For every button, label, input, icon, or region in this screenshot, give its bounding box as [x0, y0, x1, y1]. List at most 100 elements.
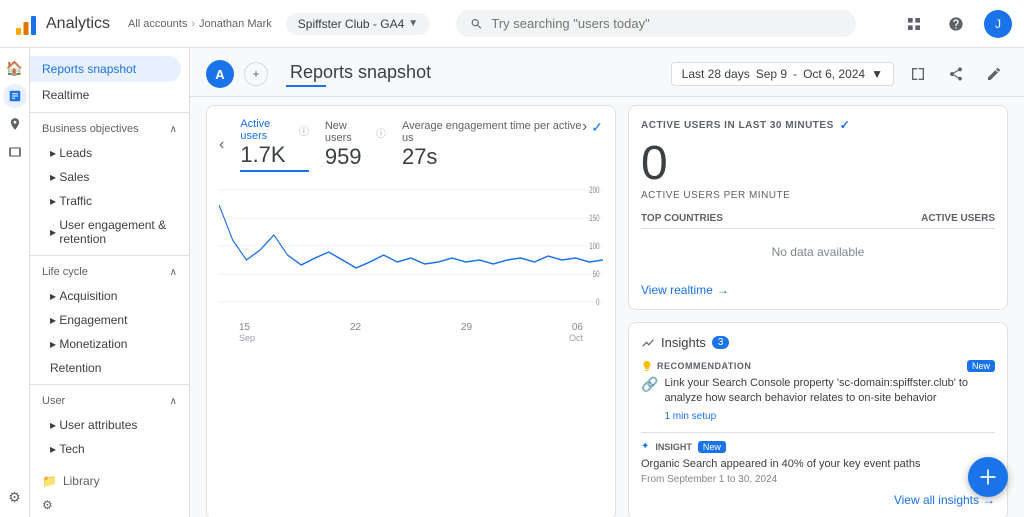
help-icon[interactable]: [942, 10, 970, 38]
top-bar-actions: J: [900, 10, 1012, 38]
right-panel: ACTIVE USERS IN LAST 30 MINUTES ✓ 0 ACTI…: [628, 105, 1008, 517]
countries-header: TOP COUNTRIES ACTIVE USERS: [641, 213, 995, 229]
analytics-logo: Analytics: [12, 10, 110, 38]
fab-button[interactable]: [968, 457, 1008, 497]
sidebar-item-tech[interactable]: ▸ Tech: [38, 437, 181, 461]
chart-area: 200 150 100 50 0: [219, 180, 603, 320]
sidebar-item-reports-snapshot[interactable]: Reports snapshot: [30, 56, 181, 82]
sidebar-divider-1: [30, 112, 189, 113]
new-users-info-icon: ⓘ: [376, 125, 386, 140]
nav-reports-icon[interactable]: [3, 84, 27, 108]
sidebar-user-items: ▸ User attributes ▸ Tech: [30, 413, 189, 461]
compare-icon[interactable]: [904, 60, 932, 88]
sidebar-business-objectives-header[interactable]: Business objectives ∧: [30, 117, 189, 141]
top-bar: Analytics All accounts › Jonathan Mark S…: [0, 0, 1024, 48]
active-users-per-minute-label: ACTIVE USERS PER MINUTE: [641, 190, 995, 201]
no-data-label: No data available: [641, 229, 995, 275]
active-users-card: ACTIVE USERS IN LAST 30 MINUTES ✓ 0 ACTI…: [628, 105, 1008, 310]
sidebar-item-sales[interactable]: ▸ Sales: [38, 165, 181, 189]
sidebar-item-leads[interactable]: ▸ Leads: [38, 141, 181, 165]
date-range-selector[interactable]: Last 28 days Sep 9 - Oct 6, 2024 ▼: [671, 62, 894, 86]
share-icon[interactable]: [942, 60, 970, 88]
metric-tab-avg-engagement[interactable]: Average engagement time per active us 27…: [402, 120, 582, 170]
content-header-right: Last 28 days Sep 9 - Oct 6, 2024 ▼: [671, 60, 1008, 88]
sidebar-user-header[interactable]: User ∧: [30, 389, 189, 413]
main-content: A + Reports snapshot Last 28 days Sep 9 …: [190, 48, 1024, 517]
nav-explore-icon[interactable]: [3, 112, 27, 136]
insights-header: Insights 3: [641, 335, 995, 350]
add-report-button[interactable]: +: [244, 62, 268, 86]
analytics-title: Analytics: [46, 15, 110, 33]
property-selector[interactable]: Spiffster Club - GA4 ▼: [286, 13, 430, 35]
account-path: All accounts › Jonathan Mark: [128, 18, 272, 30]
chart-card-header: ‹ Active users ⓘ 1.7K New users: [219, 118, 603, 172]
view-realtime-link[interactable]: View realtime →: [641, 283, 995, 297]
recommendation-section: RECOMMENDATION New 🔗 Link your Search Co…: [641, 360, 995, 422]
search-icon: [470, 17, 483, 31]
search-bar[interactable]: [456, 10, 856, 37]
user-chevron-icon: ∧: [170, 396, 177, 407]
title-underline: [286, 85, 326, 87]
rec-setup-link[interactable]: 1 min setup: [664, 411, 995, 422]
insights-badge: 3: [712, 336, 730, 349]
view-all-insights-link[interactable]: View all insights →: [641, 493, 995, 507]
sidebar-lifecycle-items: ▸ Acquisition ▸ Engagement ▸ Monetizatio…: [30, 284, 189, 380]
nav-settings-icon[interactable]: ⚙: [3, 485, 27, 509]
rec-link-icon: 🔗: [641, 376, 658, 393]
content-header: A + Reports snapshot Last 28 days Sep 9 …: [190, 48, 1024, 97]
active-users-info-icon: ⓘ: [299, 123, 309, 138]
sidebar: Reports snapshot Realtime Business objec…: [30, 48, 190, 517]
metric-tab-active-users[interactable]: Active users ⓘ 1.7K: [240, 118, 309, 172]
recommendation-icon: [641, 360, 653, 372]
svg-text:200: 200: [589, 185, 599, 195]
sidebar-settings-item[interactable]: ⚙: [42, 493, 177, 517]
sidebar-library-item[interactable]: 📁 Library: [42, 469, 177, 493]
property-chevron-icon: ▼: [408, 18, 418, 29]
sidebar-lifecycle-header[interactable]: Life cycle ∧: [30, 260, 189, 284]
nav-home-icon[interactable]: 🏠: [3, 56, 27, 80]
customize-icon[interactable]: [980, 60, 1008, 88]
sidebar-item-retention[interactable]: Retention: [38, 356, 181, 380]
chart-prev-button[interactable]: ‹: [219, 136, 224, 154]
insights-card: Insights 3 RECOMMENDATION New 🔗: [628, 322, 1008, 517]
nav-bottom: ⚙: [3, 485, 27, 517]
main-layout: 🏠 ⚙ Reports snapshot Realtime Business o…: [0, 48, 1024, 517]
insight-star-icon: ✦: [641, 441, 649, 452]
sidebar-item-traffic[interactable]: ▸ Traffic: [38, 189, 181, 213]
sidebar-item-acquisition[interactable]: ▸ Acquisition: [38, 284, 181, 308]
chart-card: ‹ Active users ⓘ 1.7K New users: [206, 105, 616, 517]
nav-advertising-icon[interactable]: [3, 140, 27, 164]
user-avatar[interactable]: J: [984, 10, 1012, 38]
date-range-chevron-icon: ▼: [871, 67, 883, 81]
rec-content: 🔗 Link your Search Console property 'sc-…: [641, 376, 995, 422]
analytics-logo-icon: [12, 10, 40, 38]
insight-header: ✦ INSIGHT New: [641, 441, 995, 453]
sidebar-divider-3: [30, 384, 189, 385]
active-users-card-title: ACTIVE USERS IN LAST 30 MINUTES ✓: [641, 118, 995, 132]
insight-section: ✦ INSIGHT New Organic Search appeared in…: [641, 432, 995, 485]
sidebar-footer: 📁 Library ⚙: [30, 461, 189, 517]
line-chart-svg: 200 150 100 50 0: [219, 180, 603, 320]
lifecycle-chevron-icon: ∧: [170, 267, 177, 278]
business-objectives-chevron-icon: ∧: [170, 124, 177, 135]
sidebar-item-engagement[interactable]: ▸ Engagement: [38, 308, 181, 332]
page-title: Reports snapshot: [290, 62, 431, 83]
chart-check-icon: ✓: [591, 119, 603, 136]
search-input[interactable]: [491, 16, 842, 31]
sidebar-item-realtime[interactable]: Realtime: [30, 82, 181, 108]
active-users-value: 0: [641, 140, 995, 188]
chart-next-button[interactable]: ›: [582, 118, 587, 136]
sidebar-item-user-attributes[interactable]: ▸ User attributes: [38, 413, 181, 437]
content-avatar: A: [206, 60, 234, 88]
chart-x-labels: 15 22 29 06: [219, 322, 603, 333]
sidebar-item-monetization[interactable]: ▸ Monetization: [38, 332, 181, 356]
svg-text:0: 0: [596, 297, 599, 307]
svg-text:50: 50: [593, 269, 600, 279]
rec-new-badge: New: [967, 360, 995, 372]
chart-x-sublabels: Sep Oct: [219, 333, 603, 343]
grid-icon[interactable]: [900, 10, 928, 38]
metric-tab-new-users[interactable]: New users ⓘ 959: [325, 120, 386, 170]
active-users-check-icon: ✓: [840, 118, 851, 132]
sidebar-item-user-engagement[interactable]: ▸ User engagement & retention: [38, 213, 181, 251]
insight-new-badge: New: [698, 441, 726, 453]
